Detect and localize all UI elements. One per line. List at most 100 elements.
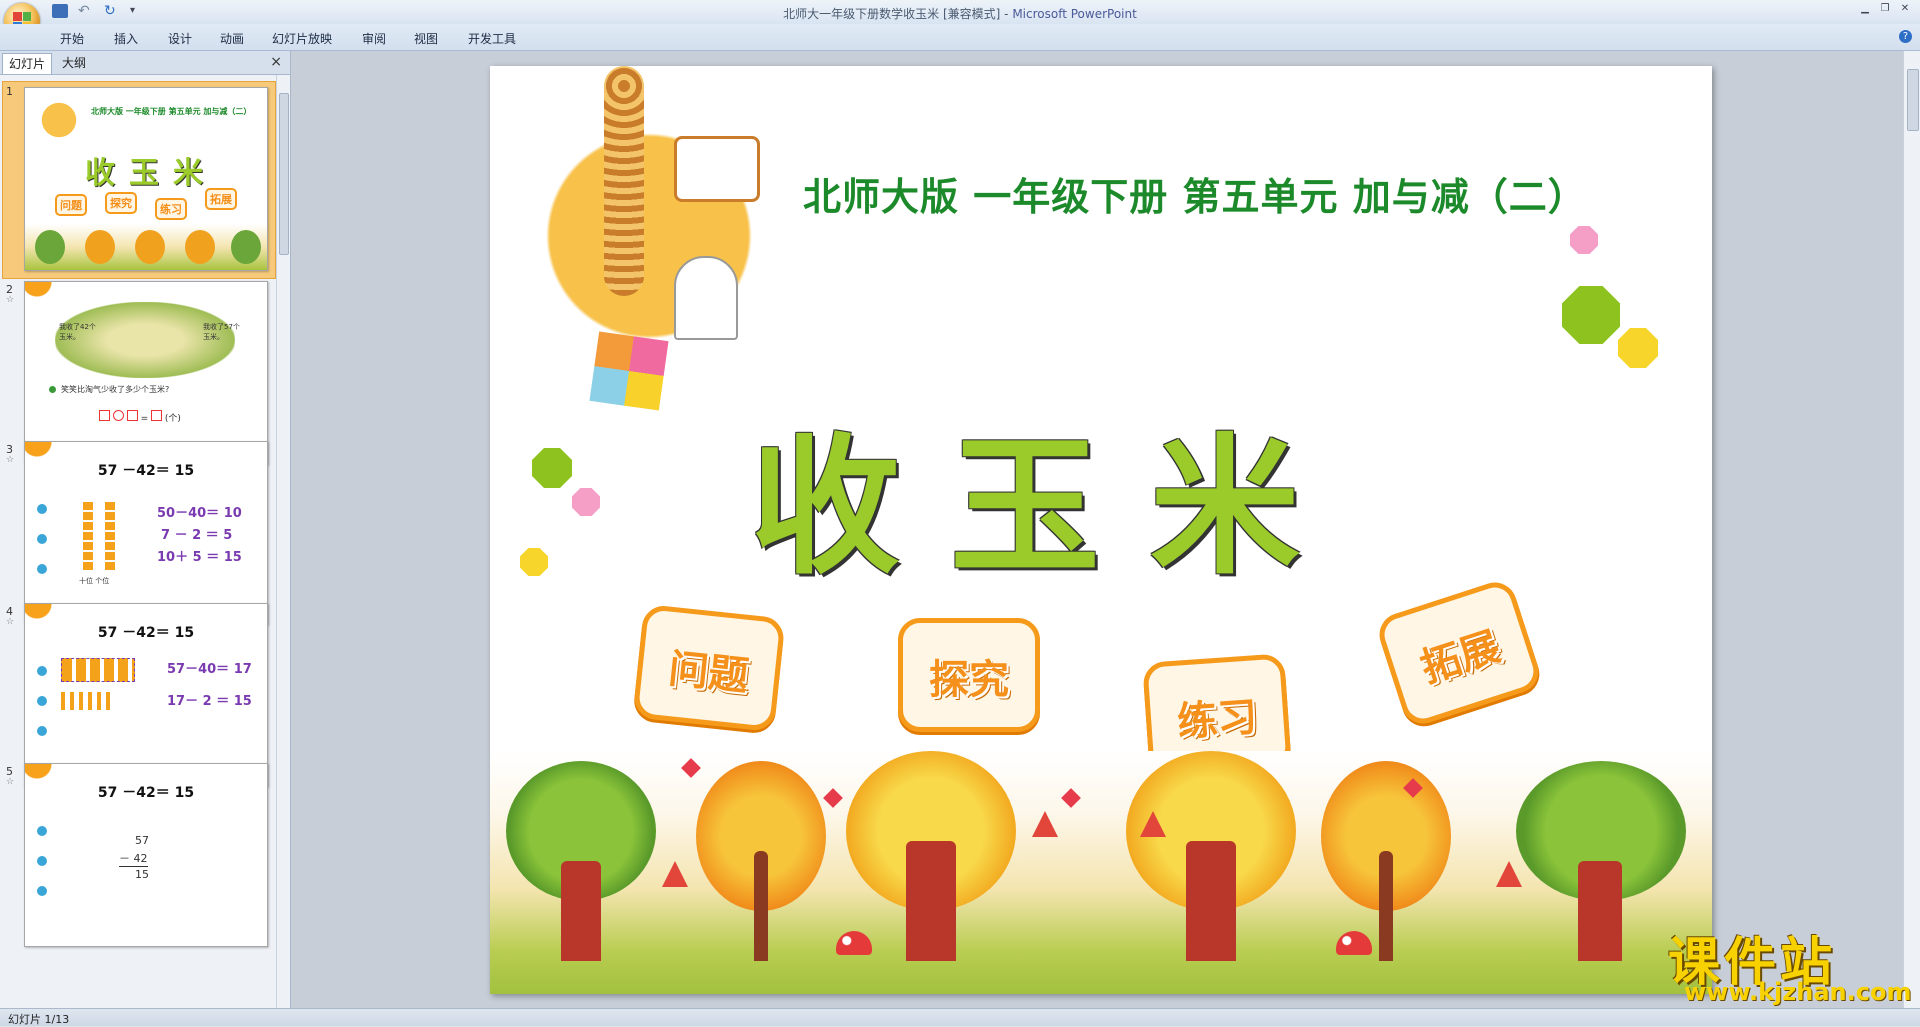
thumb-button-practice: 练习 (155, 198, 187, 220)
tab-home[interactable]: 开始 (60, 30, 84, 47)
practice-button-label: 练习 (1175, 694, 1259, 746)
bullet-icon (37, 826, 47, 836)
equation-line: 10＋ 5 ＝ 15 (157, 550, 242, 565)
animation-star-icon: ☆ (6, 295, 15, 305)
main-scroll-thumb[interactable] (1907, 69, 1919, 131)
question-button-label: 问题 (666, 645, 751, 701)
bullet-icon (49, 386, 56, 393)
thumb-question: 笑笑比淘气少收了多少个玉米? (61, 385, 170, 394)
tree-orange (696, 761, 826, 961)
panel-scroll-thumb[interactable] (279, 93, 289, 255)
bullet-icon (37, 886, 47, 896)
panel-tabs: 幻灯片 大纲 × (0, 51, 290, 75)
pine-tree-icon (1032, 811, 1058, 837)
thumb-wave-top (25, 764, 267, 780)
slide-headline: 北师大版 一年级下册 第五单元 加与减（二） (803, 175, 1587, 219)
restore-icon[interactable]: ❐ (1878, 3, 1892, 15)
slides-panel: 幻灯片 大纲 × 1 北师大版 一年级下册 第五单元 加与减（二） 收玉米 问题… (0, 51, 291, 1008)
thumbnail-slide-5[interactable]: 57 －42＝ 15 57 － 42 15 (24, 763, 268, 947)
thumb-header: 57 －42＝ 15 (97, 785, 195, 801)
speech-bubble-right: 我收了57个玉米。 (203, 323, 240, 341)
animation-star-icon: ☆ (6, 455, 15, 465)
status-bar: 幻灯片 1/13 (0, 1008, 1920, 1026)
tree-yellow (1126, 751, 1296, 961)
decor-octagon (1562, 286, 1620, 344)
thumb-wave-top (25, 282, 267, 298)
bullet-icon (37, 534, 47, 544)
corn-singles-image (61, 692, 115, 710)
tab-developer[interactable]: 开发工具 (468, 30, 516, 47)
pine-tree-icon (1140, 811, 1166, 837)
thumb-button-question: 问题 (55, 194, 87, 216)
tab-outline[interactable]: 大纲 (56, 53, 92, 73)
cartoon-animals-image (524, 66, 774, 411)
thumb-button-extend: 拓展 (205, 188, 237, 210)
thumb-forest (25, 224, 267, 270)
tree-green (506, 761, 656, 961)
tab-review[interactable]: 审阅 (362, 30, 386, 47)
thumb-button-explore: 探究 (105, 192, 137, 214)
bullet-icon (37, 696, 47, 706)
bullet-icon (37, 564, 47, 574)
pine-tree-icon (662, 861, 688, 887)
thumbnail-slide-1[interactable]: 北师大版 一年级下册 第五单元 加与减（二） 收玉米 问题 探究 练习 拓展 (24, 87, 268, 271)
help-icon[interactable]: ? (1899, 30, 1912, 43)
heart-icon (823, 788, 843, 808)
rabbit-shape (674, 256, 738, 340)
equation-line: 7 － 2 ＝ 5 (161, 528, 233, 543)
answer-boxes: = (个) (99, 410, 181, 424)
tab-design[interactable]: 设计 (168, 30, 192, 47)
window-title: 北师大一年级下册数学收玉米 [兼容模式] - Microsoft PowerPo… (0, 5, 1920, 22)
giraffe-shape (604, 66, 644, 296)
equation-line: 57－40＝ 17 (167, 662, 252, 677)
decor-octagon (1618, 328, 1658, 368)
thumb-title: 收玉米 (85, 156, 217, 191)
speech-bubble-left: 我收了42个玉米。 (59, 323, 96, 341)
tree-yellow (846, 751, 1016, 961)
decor-octagon (532, 448, 572, 488)
pine-tree-icon (1496, 861, 1522, 887)
current-slide[interactable]: 北师大版 一年级下册 第五单元 加与减（二） 收玉米 问题 探究 练习 拓展 (490, 66, 1712, 994)
tab-insert[interactable]: 插入 (114, 30, 138, 47)
thumbnail-slide-4[interactable]: 57 －42＝ 15 57－40＝ 17 17－ 2 ＝ 15 (24, 603, 268, 787)
answer-unit: (个) (164, 414, 181, 424)
explore-button[interactable]: 探究 (898, 618, 1040, 732)
tab-slides[interactable]: 幻灯片 (2, 53, 53, 74)
tangram-image (589, 331, 669, 411)
extend-button[interactable]: 拓展 (1373, 576, 1545, 730)
thumb-wave-top (25, 442, 267, 458)
tab-slideshow[interactable]: 幻灯片放映 (272, 30, 332, 47)
minimize-icon[interactable]: ▁ (1858, 3, 1872, 15)
tab-view[interactable]: 视图 (414, 30, 438, 47)
thumbnail-slide-2[interactable]: 我收了42个玉米。 我收了57个玉米。 笑笑比淘气少收了多少个玉米? = (个) (24, 281, 268, 465)
vertical-minus: － 42 (119, 852, 148, 867)
close-panel-icon[interactable]: × (270, 54, 282, 70)
forest-illustration (490, 751, 1712, 994)
title-bar: ↶ ↻ ▾ 北师大一年级下册数学收玉米 [兼容模式] - Microsoft P… (0, 0, 1920, 39)
tree-green (1516, 761, 1686, 961)
panel-scrollbar[interactable] (276, 75, 290, 1008)
decor-octagon (572, 488, 600, 516)
thumb-header: 北师大版 一年级下册 第五单元 加与减（二） (91, 107, 252, 116)
cartoon-cluster-image (29, 90, 89, 150)
question-button[interactable]: 问题 (632, 603, 786, 733)
decor-octagon (520, 548, 548, 576)
window-shape (674, 136, 760, 202)
bullet-icon (37, 504, 47, 514)
slide-number: 1 (6, 85, 13, 98)
thumb-header: 57 －42＝ 15 (97, 463, 195, 479)
thumbnail-slide-3[interactable]: 57 －42＝ 15 十位 个位 50－40＝ 10 7 － 2 ＝ 5 10＋… (24, 441, 268, 625)
animation-star-icon: ☆ (6, 617, 15, 627)
watermark-url: www.kjzhan.com (1684, 978, 1912, 1006)
abacus-tens (83, 502, 93, 572)
slide-title: 收玉米 (750, 419, 1351, 595)
close-window-icon[interactable]: ✕ (1898, 3, 1912, 15)
bullet-icon (37, 726, 47, 736)
title-separator: - (1000, 7, 1013, 21)
animation-star-icon: ☆ (6, 777, 15, 787)
abacus-label: 十位 个位 (79, 577, 110, 585)
main-scrollbar[interactable] (1903, 51, 1920, 1008)
bullet-icon (37, 666, 47, 676)
document-name: 北师大一年级下册数学收玉米 [兼容模式] (783, 7, 1001, 21)
tab-animation[interactable]: 动画 (220, 30, 244, 47)
